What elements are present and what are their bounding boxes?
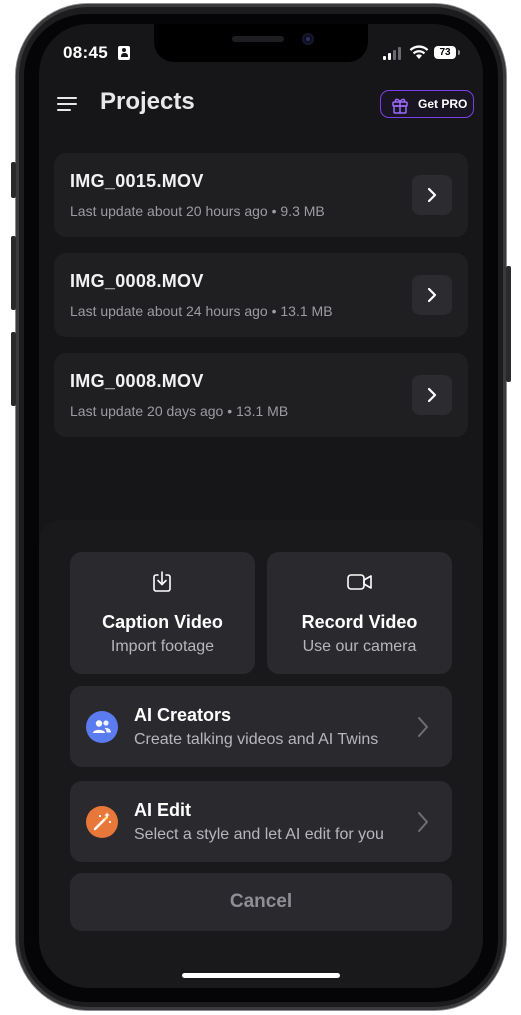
caption-video-button[interactable]: Caption Video Import footage (70, 552, 255, 674)
tile-title: Record Video (301, 612, 418, 632)
chevron-right-icon (427, 187, 437, 203)
tile-title: Caption Video (102, 612, 223, 632)
project-name: IMG_0015.MOV (70, 171, 204, 191)
gift-icon (392, 98, 408, 114)
hamburger-menu-icon[interactable] (57, 97, 77, 113)
magic-wand-icon (86, 806, 118, 838)
row-subtitle: Create talking videos and AI Twins (134, 731, 379, 748)
notch (154, 24, 368, 62)
front-camera (302, 33, 314, 45)
open-project-button[interactable] (412, 175, 452, 215)
power-button (506, 266, 511, 382)
home-indicator[interactable] (182, 973, 340, 978)
project-card[interactable]: IMG_0008.MOV Last update 20 days ago • 1… (54, 353, 468, 437)
wifi-icon (409, 45, 429, 59)
volume-down-button (11, 332, 16, 406)
app-screen: 08:45 73 Projects Get PRO IMG_0015.MOV L… (39, 24, 483, 988)
project-card[interactable]: IMG_0015.MOV Last update about 20 hours … (54, 153, 468, 237)
get-pro-label: Get PRO (418, 97, 468, 111)
row-title: AI Edit (134, 800, 191, 820)
tile-subtitle: Import footage (110, 638, 215, 655)
cancel-button[interactable]: Cancel (70, 873, 452, 931)
project-card[interactable]: IMG_0008.MOV Last update about 24 hours … (54, 253, 468, 337)
ai-edit-button[interactable]: AI Edit Select a style and let AI edit f… (70, 781, 452, 862)
row-title: AI Creators (134, 705, 232, 725)
get-pro-button[interactable]: Get PRO (380, 90, 474, 118)
contact-card-icon (118, 46, 130, 60)
people-icon (86, 711, 118, 743)
volume-up-button (11, 236, 16, 310)
record-video-button[interactable]: Record Video Use our camera (267, 552, 452, 674)
open-project-button[interactable] (412, 275, 452, 315)
chevron-right-icon (418, 812, 428, 832)
battery-tip (458, 50, 460, 55)
project-meta: Last update about 20 hours ago • 9.3 MB (70, 203, 325, 219)
chevron-right-icon (418, 717, 428, 737)
row-subtitle: Select a style and let AI edit for you (134, 826, 384, 843)
page-title: Projects (100, 88, 195, 115)
battery-level: 73 (434, 46, 456, 59)
chevron-right-icon (427, 387, 437, 403)
cellular-signal-icon (383, 46, 405, 60)
tile-subtitle: Use our camera (302, 638, 417, 655)
ai-creators-button[interactable]: AI Creators Create talking videos and AI… (70, 686, 452, 767)
new-project-sheet: Caption Video Import footage Record Vide… (39, 520, 483, 988)
chevron-right-icon (427, 287, 437, 303)
project-meta: Last update about 24 hours ago • 13.1 MB (70, 303, 333, 319)
speaker-grille (232, 36, 284, 42)
project-name: IMG_0008.MOV (70, 371, 204, 391)
status-time: 08:45 (63, 43, 108, 62)
mute-switch (11, 162, 16, 198)
video-camera-icon (347, 574, 372, 590)
project-name: IMG_0008.MOV (70, 271, 204, 291)
open-project-button[interactable] (412, 375, 452, 415)
project-meta: Last update 20 days ago • 13.1 MB (70, 403, 289, 419)
import-icon (153, 571, 171, 592)
